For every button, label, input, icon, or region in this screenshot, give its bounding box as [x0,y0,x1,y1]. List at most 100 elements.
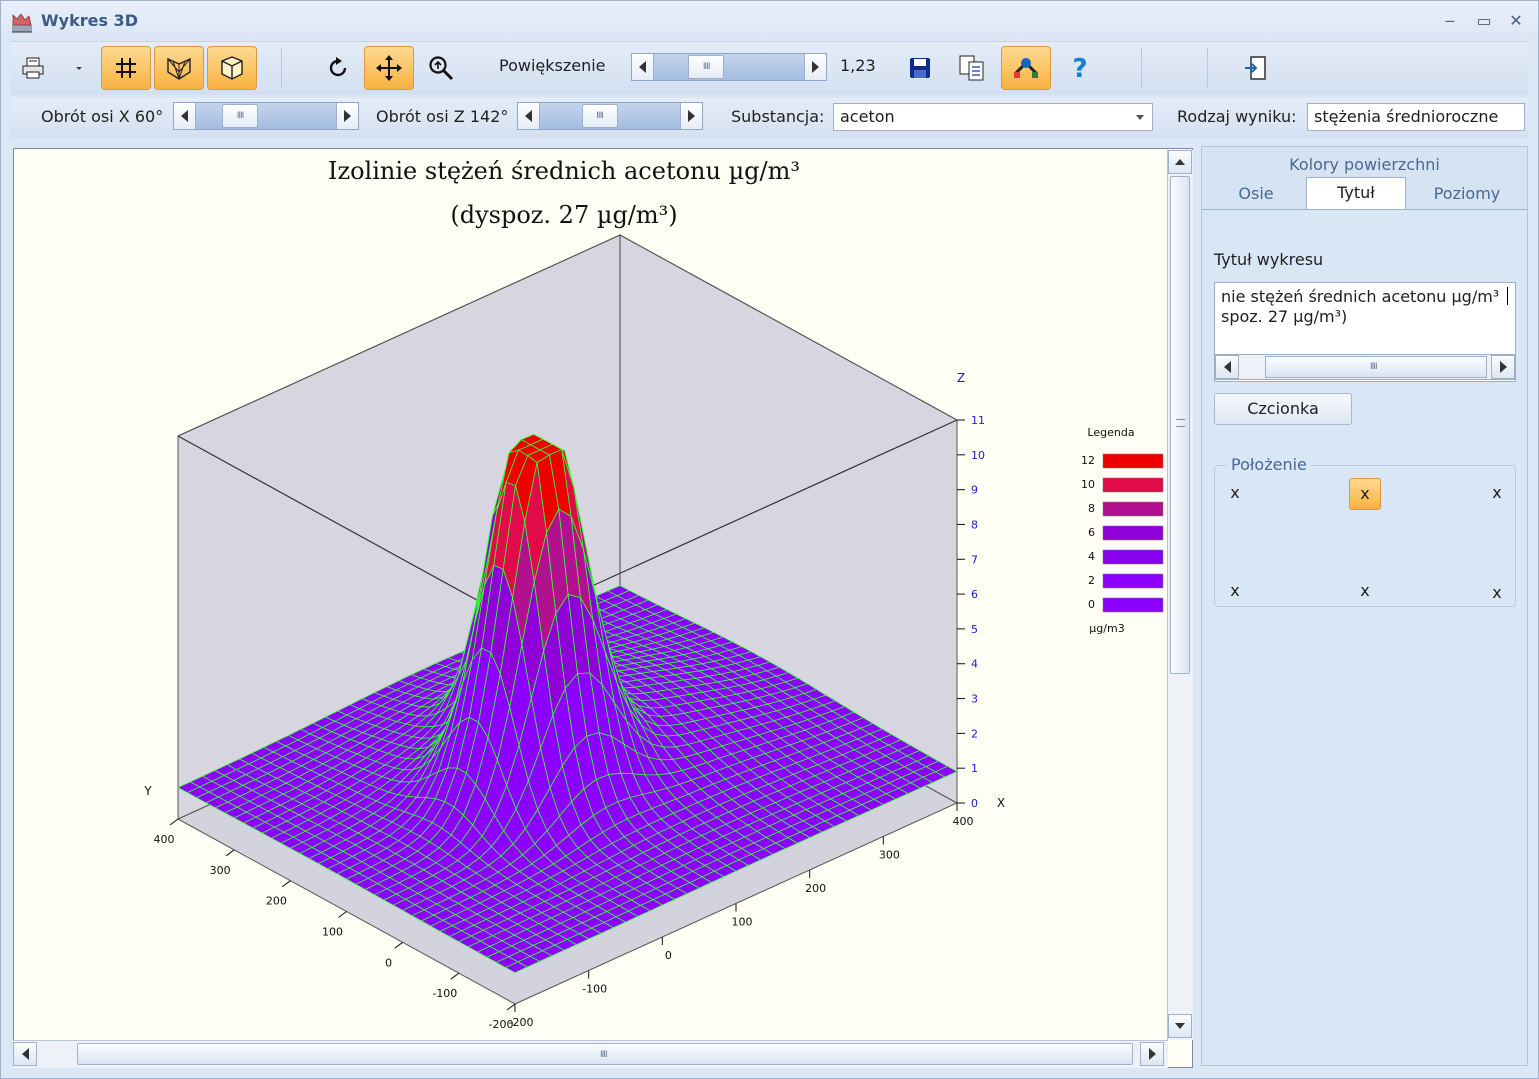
legend-swatch [1102,501,1164,517]
legend-entry-label: 6 [1088,526,1095,539]
horizontal-scroll-thumb[interactable]: IIII [1265,356,1487,378]
chevron-down-icon [76,67,82,70]
grid-toggle-button[interactable] [101,46,151,90]
vertical-scroll-thumb[interactable] [1170,176,1190,674]
title-horizontal-scrollbar[interactable]: IIII [1214,354,1516,380]
rotation-z-slider[interactable]: IIII [517,102,703,130]
maximize-button[interactable]: ▭ [1471,9,1497,33]
z-axis-tick-label: 10 [971,449,985,462]
mesh-toggle-button[interactable] [154,46,204,90]
result-type-select[interactable]: stężenia średnioroczne [1307,103,1525,131]
legend-entry-label: 0 [1088,598,1095,611]
y-axis-tick [338,911,347,918]
move-button[interactable] [364,46,414,90]
rotation-z-thumb[interactable]: IIII [581,104,618,128]
grip-icon [1176,419,1185,427]
exit-door-icon [1245,56,1266,80]
position-top-right[interactable]: x [1481,478,1513,510]
zoom-magnifier-icon [429,56,454,81]
tab-levels[interactable]: Poziomy [1412,181,1522,209]
print-dropdown-button[interactable] [67,46,91,90]
scroll-up-button[interactable] [1168,150,1192,174]
position-bottom-center[interactable]: x [1349,576,1381,608]
zoom-value: 1,23 [840,56,876,75]
legend-entry-label: 2 [1088,574,1095,587]
save-button[interactable] [895,46,945,90]
tools-icon [1013,58,1039,78]
print-button[interactable] [13,46,53,90]
window: Wykres 3D ‒ ▭ ✕ Powiększenie IIII 1,23 ?… [0,0,1539,1079]
toolbar-separator [281,48,282,88]
copy-button[interactable] [947,46,997,90]
rotation-z-increase-button[interactable] [680,103,702,129]
position-top-left[interactable]: x [1219,478,1251,510]
move-arrows-icon [376,55,402,81]
arrow-up-icon [1175,159,1185,165]
rotation-z-label: Obrót osi Z 142° [376,107,509,126]
substance-select[interactable]: aceton [833,103,1153,131]
window-title: Wykres 3D [41,11,138,30]
rotation-x-label: Obrót osi X 60° [41,107,164,126]
zoom-button[interactable] [416,46,466,90]
minimize-button[interactable]: ‒ [1437,9,1463,33]
rotate-button[interactable] [313,46,363,90]
font-button[interactable]: Czcionka [1214,393,1352,425]
scroll-down-button[interactable] [1168,1014,1192,1038]
surface-colors-tab[interactable]: Kolory powierzchni [1202,155,1527,174]
exit-button[interactable] [1231,46,1281,90]
parameters-toolbar: Obrót osi X 60° IIII Obrót osi Z 142° II… [11,98,1528,138]
result-type-label: Rodzaj wyniku: [1177,107,1297,126]
y-axis-tick-label: 0 [385,956,392,969]
zoom-slider-thumb[interactable]: IIII [688,55,725,79]
grid-icon [116,58,136,78]
scroll-left-button[interactable] [1215,355,1239,379]
chart-3d-surface: Izolinie stężeń średnich acetonu µg/m³ (d… [143,157,1164,1031]
horizontal-scroll-thumb[interactable]: IIII [77,1043,1133,1065]
x-axis-label: X [997,796,1005,810]
tab-axes[interactable]: Osie [1208,181,1304,209]
y-axis-tick-label: 100 [322,926,343,939]
chart-title-label: Tytuł wykresu [1214,250,1324,269]
zoom-label: Powiększenie [499,56,606,75]
tab-title[interactable]: Tytuł [1306,177,1406,210]
title-text-line-2: spoz. 27 µg/m³) [1221,307,1348,326]
legend-swatch [1102,525,1164,541]
x-axis-tick-label: 100 [732,916,753,929]
surface-toggle-button[interactable] [207,46,257,90]
position-top-center[interactable]: x [1349,478,1381,510]
x-axis-tick-label: 0 [665,949,672,962]
legend-unit: µg/m3 [1089,622,1124,635]
legend-swatch [1102,477,1164,493]
title-bar: Wykres 3D ‒ ▭ ✕ [1,1,1538,41]
close-button[interactable]: ✕ [1503,9,1529,33]
y-axis-tick-label: 300 [210,864,231,877]
settings-tools-button[interactable] [1001,46,1051,90]
y-axis-tick [282,880,291,888]
title-tab-content: Tytuł wykresu nie stężeń średnich aceton… [1202,209,1527,1065]
scroll-right-button[interactable] [1491,355,1515,379]
position-bottom-left[interactable]: x [1219,576,1251,608]
rotation-x-increase-button[interactable] [336,103,358,129]
scroll-left-button[interactable] [13,1042,37,1066]
rotation-z-decrease-button[interactable] [518,103,540,129]
zoom-decrease-button[interactable] [632,54,654,80]
rotation-x-decrease-button[interactable] [174,103,196,129]
chart-horizontal-scrollbar[interactable]: IIII [13,1040,1168,1068]
position-group: Położenie x x x x x x [1214,455,1516,610]
chart-vertical-scrollbar[interactable] [1167,150,1193,1040]
z-axis-tick-label: 0 [971,797,978,810]
y-axis-tick-label: -200 [489,1018,514,1031]
legend-entry-label: 4 [1088,550,1095,563]
toolbar-separator [1207,48,1208,88]
help-button[interactable]: ? [1055,46,1105,90]
rotation-x-slider[interactable]: IIII [173,102,359,130]
copy-clipboard-icon [959,55,984,81]
chart-subtitle: (dyspoz. 27 µg/m³) [450,201,677,229]
zoom-slider[interactable]: IIII [631,53,827,81]
position-bottom-right[interactable]: x [1481,578,1513,610]
y-axis-tick-label: -100 [432,987,457,1000]
scroll-right-button[interactable] [1140,1042,1164,1066]
rotation-x-thumb[interactable]: IIII [222,104,258,128]
zoom-increase-button[interactable] [804,54,826,80]
legend-entry-label: 8 [1088,502,1095,515]
